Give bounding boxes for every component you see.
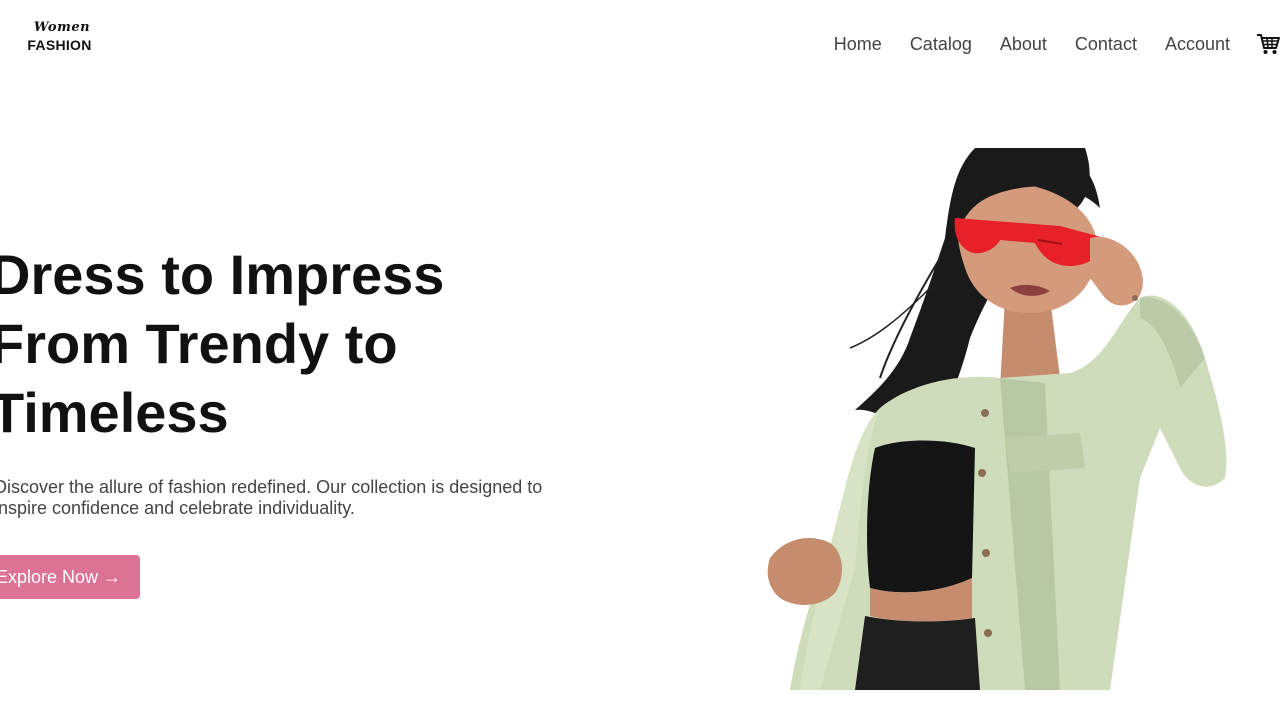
- shopping-cart-icon[interactable]: [1256, 31, 1280, 57]
- site-header: Women FASHION Home Catalog About Contact…: [0, 0, 1280, 88]
- hero-description-line: Discover the allure of fashion redefined…: [0, 477, 543, 497]
- nav-contact[interactable]: Contact: [1075, 34, 1137, 55]
- logo-script-text: Women: [33, 20, 91, 35]
- nav-account[interactable]: Account: [1165, 34, 1230, 55]
- hero-title-line: Timeless: [0, 381, 229, 444]
- hero-title-line: Dress to Impress: [0, 243, 445, 306]
- hero-title: Dress to Impress From Trendy to Timeless: [0, 240, 550, 447]
- landing-page: Women FASHION Home Catalog About Contact…: [0, 0, 1280, 720]
- explore-now-button[interactable]: Explore Now →: [0, 555, 140, 599]
- hero-description-line: inspire confidence and celebrate individ…: [0, 498, 355, 518]
- nav-about[interactable]: About: [1000, 34, 1047, 55]
- nav-catalog[interactable]: Catalog: [910, 34, 972, 55]
- hero-model-image: [760, 148, 1240, 690]
- hero-title-line: From Trendy to: [0, 312, 398, 375]
- nav-home[interactable]: Home: [834, 34, 882, 55]
- hero-description: Discover the allure of fashion redefined…: [0, 477, 564, 519]
- main-nav: Home Catalog About Contact Account: [834, 31, 1280, 57]
- brand-logo[interactable]: Women FASHION: [24, 20, 104, 54]
- logo-word-text: FASHION: [27, 37, 92, 53]
